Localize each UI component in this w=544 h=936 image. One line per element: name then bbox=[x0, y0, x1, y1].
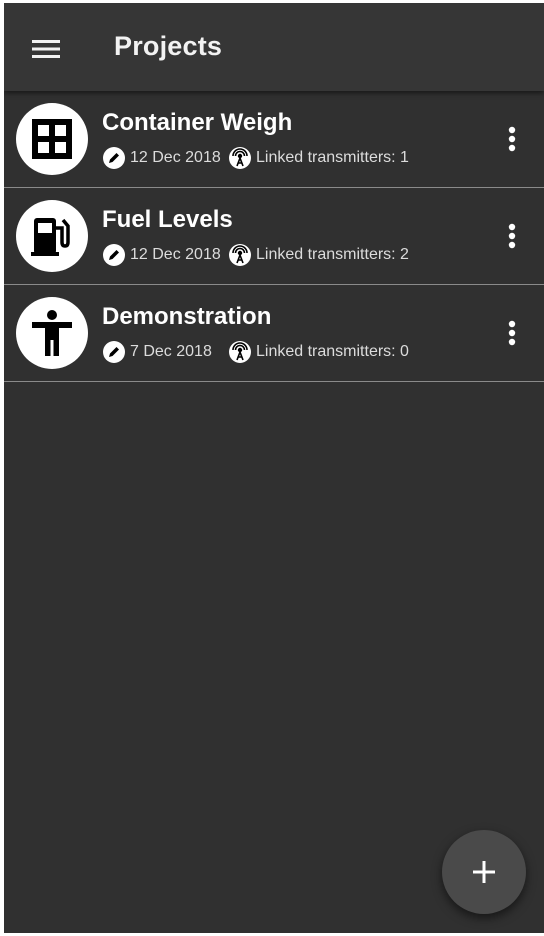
project-name: Fuel Levels bbox=[102, 206, 233, 233]
project-meta: 7 Dec 2018 Linked transmitters: 0 bbox=[102, 340, 409, 364]
menu-button[interactable] bbox=[26, 29, 66, 69]
project-item-fuel-levels[interactable]: Fuel Levels 12 Dec 2018 Linked transmitt… bbox=[4, 188, 544, 285]
person-icon bbox=[32, 310, 72, 356]
more-options-button[interactable] bbox=[500, 313, 524, 353]
transmitter-icon bbox=[228, 146, 252, 170]
project-list: Container Weigh 12 Dec 2018 Linked trans… bbox=[4, 91, 544, 382]
more-vert-icon bbox=[508, 320, 516, 346]
more-vert-icon bbox=[508, 126, 516, 152]
plus-icon bbox=[473, 861, 495, 883]
linked-transmitters: Linked transmitters: 2 bbox=[256, 246, 409, 263]
project-name: Container Weigh bbox=[102, 109, 293, 136]
project-item-container-weigh[interactable]: Container Weigh 12 Dec 2018 Linked trans… bbox=[4, 91, 544, 188]
more-options-button[interactable] bbox=[500, 119, 524, 159]
grid-icon bbox=[32, 119, 72, 159]
linked-transmitters: Linked transmitters: 0 bbox=[256, 343, 409, 360]
project-name: Demonstration bbox=[102, 303, 272, 330]
app-bar: Projects bbox=[4, 3, 544, 91]
menu-icon bbox=[32, 40, 60, 58]
project-meta: 12 Dec 2018 Linked transmitters: 1 bbox=[102, 146, 409, 170]
edit-icon bbox=[102, 146, 126, 170]
project-item-demonstration[interactable]: Demonstration 7 Dec 2018 Linked transmit… bbox=[4, 285, 544, 382]
more-options-button[interactable] bbox=[500, 216, 524, 256]
edit-icon bbox=[102, 340, 126, 364]
fuel-pump-icon bbox=[31, 218, 70, 256]
page-title: Projects bbox=[114, 31, 223, 61]
edited-date: 7 Dec 2018 bbox=[130, 343, 212, 360]
project-avatar bbox=[16, 200, 88, 272]
add-project-button[interactable] bbox=[442, 830, 526, 914]
app-screen: Projects Container Weigh 12 Dec 2018 Lin… bbox=[4, 3, 544, 933]
transmitter-icon bbox=[228, 243, 252, 267]
project-avatar bbox=[16, 103, 88, 175]
project-avatar bbox=[16, 297, 88, 369]
edited-date: 12 Dec 2018 bbox=[130, 246, 221, 263]
transmitter-icon bbox=[228, 340, 252, 364]
project-meta: 12 Dec 2018 Linked transmitters: 2 bbox=[102, 243, 409, 267]
edited-date: 12 Dec 2018 bbox=[130, 149, 221, 166]
edit-icon bbox=[102, 243, 126, 267]
linked-transmitters: Linked transmitters: 1 bbox=[256, 149, 409, 166]
more-vert-icon bbox=[508, 223, 516, 249]
